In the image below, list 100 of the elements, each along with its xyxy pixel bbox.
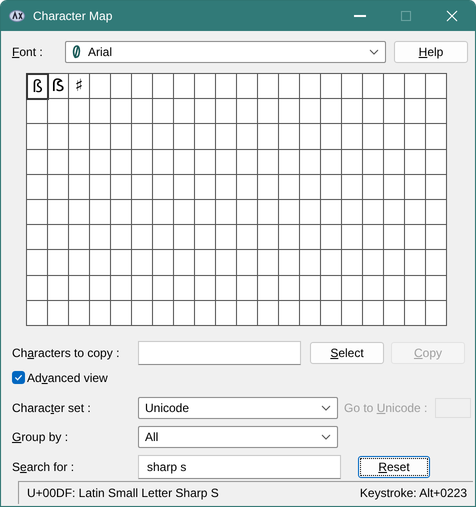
character-cell[interactable] [132,250,153,276]
character-cell[interactable] [342,300,363,326]
character-cell[interactable] [90,174,111,200]
character-cell[interactable] [69,225,90,250]
character-cell[interactable] [132,124,153,150]
character-cell[interactable] [174,276,195,301]
character-cell[interactable] [426,150,447,175]
character-cell[interactable] [132,174,153,200]
character-cell[interactable] [132,300,153,326]
character-cell[interactable] [258,200,279,226]
character-cell[interactable] [279,74,300,100]
close-icon[interactable] [446,10,458,22]
character-cell[interactable] [384,200,405,226]
character-cell[interactable] [363,99,384,124]
character-cell[interactable] [363,276,384,301]
character-cell[interactable] [384,174,405,200]
character-cell[interactable] [174,250,195,276]
character-cell[interactable] [342,225,363,250]
character-cell[interactable] [132,276,153,301]
character-set-dropdown[interactable]: Unicode [138,396,338,419]
character-cell[interactable] [216,124,237,150]
character-cell[interactable] [342,200,363,226]
character-cell[interactable] [363,124,384,150]
character-cell[interactable] [48,225,69,250]
advanced-view-checkbox[interactable] [12,371,25,384]
character-cell[interactable] [27,200,48,226]
character-cell[interactable] [27,174,48,200]
character-cell[interactable] [69,150,90,175]
character-cell[interactable] [174,74,195,100]
character-cell[interactable]: ẞ [48,74,69,100]
character-cell[interactable] [363,174,384,200]
character-cell[interactable] [195,124,216,150]
character-cell[interactable] [216,150,237,175]
character-cell[interactable] [195,276,216,301]
character-cell[interactable] [405,174,426,200]
character-cell[interactable] [426,124,447,150]
character-cell[interactable] [279,225,300,250]
character-cell[interactable] [300,124,321,150]
character-cell[interactable] [90,300,111,326]
character-cell[interactable] [405,124,426,150]
character-cell[interactable] [174,99,195,124]
character-cell[interactable] [426,250,447,276]
character-cell[interactable] [27,124,48,150]
character-cell[interactable] [69,99,90,124]
character-cell[interactable] [237,276,258,301]
character-cell[interactable] [258,124,279,150]
character-cell[interactable] [216,300,237,326]
character-cell[interactable] [321,225,342,250]
character-cell[interactable] [153,276,174,301]
character-cell[interactable] [174,150,195,175]
character-cell[interactable] [132,225,153,250]
character-cell[interactable] [237,225,258,250]
character-cell[interactable] [216,225,237,250]
character-cell[interactable] [216,200,237,226]
character-cell[interactable] [300,300,321,326]
character-cell[interactable] [90,200,111,226]
group-by-dropdown[interactable]: All [138,426,338,448]
character-cell[interactable] [342,150,363,175]
character-cell[interactable] [174,174,195,200]
character-cell[interactable] [384,74,405,100]
character-cell[interactable] [48,250,69,276]
character-cell[interactable] [342,99,363,124]
character-cell[interactable] [279,276,300,301]
character-cell[interactable] [174,200,195,226]
character-cell[interactable] [111,250,132,276]
character-cell[interactable] [321,74,342,100]
character-cell[interactable] [111,99,132,124]
character-cell[interactable] [258,174,279,200]
character-cell[interactable] [48,200,69,226]
character-cell[interactable] [111,276,132,301]
character-cell[interactable] [195,225,216,250]
character-cell[interactable] [174,225,195,250]
character-cell[interactable] [258,99,279,124]
character-cell[interactable] [426,174,447,200]
reset-button[interactable]: Reset [358,456,430,478]
character-cell[interactable] [300,276,321,301]
character-cell[interactable] [279,174,300,200]
character-cell[interactable] [279,99,300,124]
character-cell[interactable] [300,200,321,226]
character-cell[interactable] [216,174,237,200]
character-cell[interactable] [342,250,363,276]
character-cell[interactable] [111,124,132,150]
character-cell[interactable] [258,225,279,250]
character-cell[interactable] [279,300,300,326]
character-cell[interactable] [363,74,384,100]
character-cell[interactable] [405,276,426,301]
character-cell[interactable] [300,74,321,100]
character-cell[interactable] [195,250,216,276]
character-cell[interactable] [300,250,321,276]
character-cell[interactable] [153,225,174,250]
character-cell[interactable] [216,99,237,124]
character-cell[interactable] [384,99,405,124]
character-cell[interactable] [237,99,258,124]
character-cell[interactable] [27,225,48,250]
character-cell[interactable] [27,99,48,124]
search-field[interactable]: sharp s [138,454,341,479]
character-cell[interactable] [237,150,258,175]
character-cell[interactable] [258,276,279,301]
character-cell[interactable] [237,74,258,100]
character-cell[interactable] [384,150,405,175]
